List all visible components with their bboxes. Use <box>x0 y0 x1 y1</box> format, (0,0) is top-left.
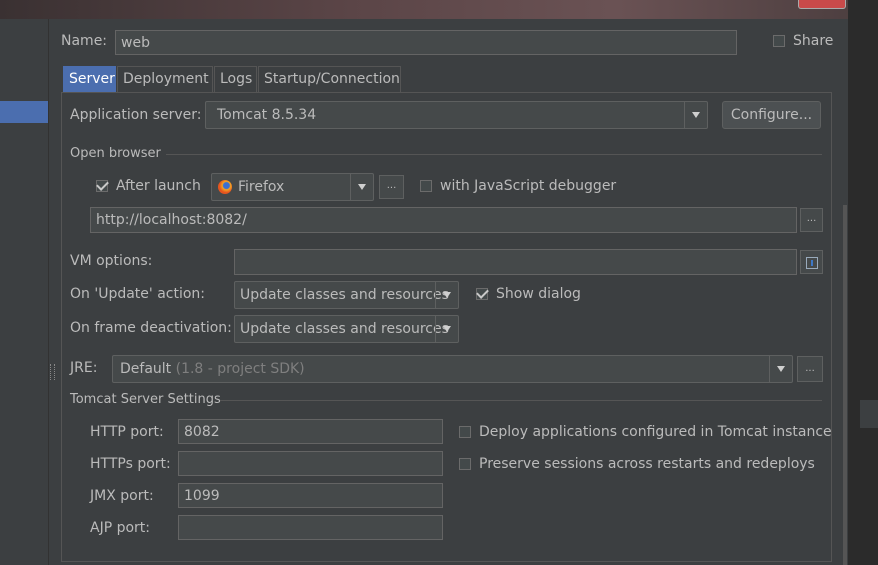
open-browser-title: Open browser <box>70 146 161 161</box>
window-close-button[interactable] <box>798 0 846 9</box>
show-dialog-label: Show dialog <box>496 286 581 302</box>
expand-icon <box>805 257 818 269</box>
desktop-background-strip <box>0 0 878 19</box>
on-update-value: Update classes and resources <box>240 287 449 303</box>
dialog-scrollbar[interactable] <box>843 205 847 565</box>
tab-deployment[interactable]: Deployment <box>117 66 213 92</box>
vm-options-input[interactable] <box>234 249 797 275</box>
jre-more-button[interactable]: ... <box>797 356 823 382</box>
configure-button[interactable]: Configure... <box>722 101 821 129</box>
js-debugger-label: with JavaScript debugger <box>440 178 617 194</box>
deploy-apps-label: Deploy applications configured in Tomcat… <box>479 424 832 440</box>
tab-server[interactable]: Server <box>63 66 116 92</box>
vm-options-expand-button[interactable] <box>800 250 823 274</box>
js-debugger-checkbox[interactable] <box>420 180 432 192</box>
jre-value: Default <box>120 361 172 377</box>
splitter-handle[interactable] <box>50 364 55 380</box>
ajp-port-input[interactable] <box>178 515 443 540</box>
https-port-input[interactable] <box>178 451 443 476</box>
on-update-select[interactable]: Update classes and resources <box>234 281 459 309</box>
preserve-sessions-label: Preserve sessions across restarts and re… <box>479 456 815 472</box>
browser-value: Firefox <box>238 179 285 195</box>
browser-more-button[interactable]: ... <box>379 175 404 199</box>
app-server-label: Application server: <box>70 107 202 123</box>
url-input[interactable]: http://localhost:8082/ <box>90 207 797 233</box>
tab-startup-connection[interactable]: Startup/Connection <box>258 66 401 92</box>
on-frame-label: On frame deactivation: <box>70 320 232 336</box>
http-port-label: HTTP port: <box>90 424 164 440</box>
open-browser-separator <box>166 154 822 155</box>
on-frame-select[interactable]: Update classes and resources <box>234 315 459 343</box>
share-checkbox[interactable] <box>773 35 785 47</box>
left-sidebar <box>0 0 49 565</box>
tomcat-settings-separator <box>220 400 822 401</box>
on-frame-value: Update classes and resources <box>240 321 449 337</box>
tomcat-settings-title: Tomcat Server Settings <box>70 392 221 407</box>
after-launch-label: After launch <box>116 178 201 194</box>
jre-hint: (1.8 - project SDK) <box>175 361 305 377</box>
tab-logs[interactable]: Logs <box>214 66 257 92</box>
right-window-edge <box>848 0 878 565</box>
deploy-apps-checkbox[interactable] <box>459 426 471 438</box>
jmx-port-input[interactable]: 1099 <box>178 483 443 508</box>
firefox-icon <box>218 180 232 194</box>
share-label: Share <box>793 33 834 49</box>
chevron-down-icon[interactable] <box>350 174 373 200</box>
show-dialog-checkbox[interactable] <box>475 286 489 300</box>
jmx-port-label: JMX port: <box>90 488 154 504</box>
chevron-down-icon[interactable] <box>684 102 707 128</box>
jre-label: JRE: <box>70 360 98 376</box>
after-launch-checkbox[interactable] <box>95 178 109 192</box>
sidebar-selected-item[interactable] <box>0 101 48 123</box>
right-window-marker <box>860 400 878 428</box>
vm-options-label: VM options: <box>70 253 153 269</box>
http-port-input[interactable]: 8082 <box>178 419 443 444</box>
chevron-down-icon[interactable] <box>769 356 792 382</box>
name-input[interactable]: web <box>115 30 737 55</box>
chevron-down-icon[interactable] <box>435 316 458 342</box>
jre-select[interactable]: Default (1.8 - project SDK) <box>112 355 793 383</box>
browser-select[interactable]: Firefox <box>211 173 374 201</box>
url-more-button[interactable]: ... <box>800 208 823 232</box>
ajp-port-label: AJP port: <box>90 520 151 536</box>
name-label: Name: <box>61 33 108 49</box>
on-update-label: On 'Update' action: <box>70 286 206 302</box>
preserve-sessions-checkbox[interactable] <box>459 458 471 470</box>
chevron-down-icon[interactable] <box>435 282 458 308</box>
app-server-select[interactable]: Tomcat 8.5.34 <box>205 101 708 129</box>
app-server-value: Tomcat 8.5.34 <box>217 107 317 123</box>
https-port-label: HTTPs port: <box>90 456 171 472</box>
